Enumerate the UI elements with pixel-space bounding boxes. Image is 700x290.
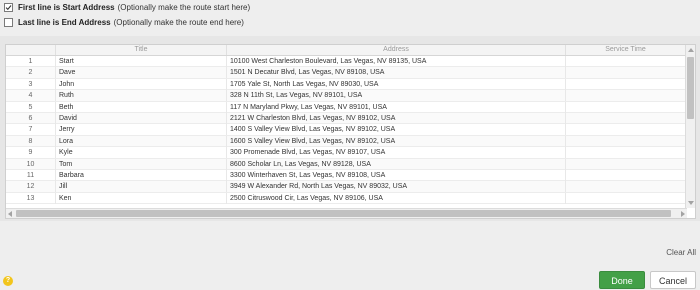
grid-rows: 1 Start 10100 West Charleston Boulevard, L… xyxy=(6,56,686,205)
row-service-time-cell[interactable] xyxy=(566,78,686,90)
row-title-cell[interactable]: Ruth xyxy=(56,90,227,102)
row-title-cell[interactable]: Ken xyxy=(56,192,227,204)
row-service-time-cell[interactable] xyxy=(566,101,686,113)
row-number: 7 xyxy=(6,124,56,136)
table-row[interactable]: 13 Ken 2500 Citruswood Cir, Las Vegas, NV … xyxy=(6,192,686,205)
row-number: 9 xyxy=(6,147,56,159)
row-address-cell[interactable]: 300 Promenade Blvd, Las Vegas, NV 89107,… xyxy=(227,147,566,159)
row-service-time-cell[interactable] xyxy=(566,169,686,181)
row-address-cell[interactable]: 1400 S Valley View Blvd, Las Vegas, NV 8… xyxy=(227,124,566,136)
clear-all-link[interactable]: Clear All xyxy=(666,248,696,257)
scroll-left-arrow-icon[interactable] xyxy=(8,211,12,217)
table-row[interactable]: 11 Barbara 3300 Winterhaven St, Las Vegas,… xyxy=(6,169,686,182)
row-service-time-cell[interactable] xyxy=(566,192,686,204)
row-title-cell[interactable]: Beth xyxy=(56,101,227,113)
row-number: 3 xyxy=(6,78,56,90)
row-address-cell[interactable]: 2121 W Charleston Blvd, Las Vegas, NV 89… xyxy=(227,112,566,124)
row-address-cell[interactable]: 1705 Yale St, North Las Vegas, NV 89030,… xyxy=(227,78,566,90)
row-title-cell[interactable]: Start xyxy=(56,56,227,67)
row-number: 2 xyxy=(6,67,56,79)
table-row[interactable]: 9 Kyle 300 Promenade Blvd, Las Vegas, NV 8… xyxy=(6,147,686,159)
cancel-button[interactable]: Cancel xyxy=(650,271,696,289)
column-header-number xyxy=(6,45,56,55)
row-title-cell[interactable]: Tom xyxy=(56,158,227,170)
row-title-cell[interactable]: Dave xyxy=(56,67,227,79)
row-title-cell[interactable]: Barbara xyxy=(56,169,227,181)
address-grid: Title Address Service Time 1 Start 10100 W… xyxy=(5,44,696,219)
horizontal-scroll-thumb[interactable] xyxy=(16,210,671,217)
row-title-cell[interactable]: Jill xyxy=(56,181,227,193)
end-address-checkbox[interactable] xyxy=(4,17,13,27)
start-address-option: First line is Start Address (Optionally … xyxy=(4,0,250,14)
row-number: 8 xyxy=(6,135,56,147)
column-header-title[interactable]: Title xyxy=(56,45,227,55)
end-address-note: (Optionally make the route end here) xyxy=(113,17,244,27)
row-number: 10 xyxy=(6,158,56,170)
row-title-cell[interactable]: Lora xyxy=(56,135,227,147)
table-row[interactable]: 10 Tom 8600 Scholar Ln, Las Vegas, NV 8912… xyxy=(6,158,686,170)
row-service-time-cell[interactable] xyxy=(566,181,686,193)
row-address-cell[interactable]: 328 N 11th St, Las Vegas, NV 89101, USA xyxy=(227,90,566,102)
table-row[interactable]: 4 Ruth 328 N 11th St, Las Vegas, NV 89101,… xyxy=(6,90,686,102)
row-number: 11 xyxy=(6,169,56,181)
row-number: 4 xyxy=(6,90,56,102)
table-row[interactable]: 7 Jerry 1400 S Valley View Blvd, Las Vegas… xyxy=(6,124,686,136)
table-row[interactable]: 1 Start 10100 West Charleston Boulevard, L… xyxy=(6,56,686,68)
column-header-service-time[interactable]: Service Time xyxy=(566,45,686,55)
row-address-cell[interactable]: 1600 S Valley View Blvd, Las Vegas, NV 8… xyxy=(227,135,566,147)
checkmark-icon xyxy=(5,4,12,10)
help-icon[interactable]: ? xyxy=(3,276,13,286)
row-number: 5 xyxy=(6,101,56,113)
table-row[interactable]: 2 Dave 1501 N Decatur Blvd, Las Vegas, NV … xyxy=(6,67,686,79)
row-address-cell[interactable]: 3949 W Alexander Rd, North Las Vegas, NV… xyxy=(227,181,566,193)
scroll-up-arrow-icon[interactable] xyxy=(688,48,694,52)
grid-area: Title Address Service Time 1 Start 10100 W… xyxy=(0,36,700,221)
row-number: 1 xyxy=(6,56,56,67)
done-button[interactable]: Done xyxy=(599,271,645,289)
start-address-label: First line is Start Address xyxy=(18,2,115,12)
row-title-cell[interactable]: Kyle xyxy=(56,147,227,159)
row-address-cell[interactable]: 10100 West Charleston Boulevard, Las Veg… xyxy=(227,56,566,67)
row-address-cell[interactable]: 3300 Winterhaven St, Las Vegas, NV 89108… xyxy=(227,169,566,181)
row-service-time-cell[interactable] xyxy=(566,90,686,102)
row-title-cell[interactable]: David xyxy=(56,112,227,124)
row-service-time-cell[interactable] xyxy=(566,124,686,136)
table-row[interactable]: 8 Lora 1600 S Valley View Blvd, Las Vegas,… xyxy=(6,135,686,148)
end-address-label: Last line is End Address xyxy=(18,17,111,27)
row-service-time-cell[interactable] xyxy=(566,135,686,147)
horizontal-scrollbar[interactable] xyxy=(6,208,687,218)
vertical-scrollbar[interactable] xyxy=(685,45,695,208)
end-address-option: Last line is End Address (Optionally mak… xyxy=(4,15,244,29)
row-number: 12 xyxy=(6,181,56,193)
scroll-down-arrow-icon[interactable] xyxy=(688,201,694,205)
start-address-note: (Optionally make the route start here) xyxy=(117,2,251,12)
row-service-time-cell[interactable] xyxy=(566,56,686,67)
vertical-scroll-thumb[interactable] xyxy=(687,57,694,119)
scroll-right-arrow-icon[interactable] xyxy=(681,211,685,217)
row-service-time-cell[interactable] xyxy=(566,67,686,79)
table-row[interactable]: 12 Jill 3949 W Alexander Rd, North Las Veg… xyxy=(6,181,686,193)
row-address-cell[interactable]: 117 N Maryland Pkwy, Las Vegas, NV 89101… xyxy=(227,101,566,113)
row-address-cell[interactable]: 2500 Citruswood Cir, Las Vegas, NV 89106… xyxy=(227,192,566,204)
row-address-cell[interactable]: 1501 N Decatur Blvd, Las Vegas, NV 89108… xyxy=(227,67,566,79)
row-number: 13 xyxy=(6,192,56,204)
row-title-cell[interactable]: John xyxy=(56,78,227,90)
column-header-address[interactable]: Address xyxy=(227,45,566,55)
start-address-checkbox[interactable] xyxy=(4,2,13,12)
table-row[interactable]: 3 John 1705 Yale St, North Las Vegas, NV 8… xyxy=(6,78,686,91)
table-row[interactable]: 5 Beth 117 N Maryland Pkwy, Las Vegas, NV … xyxy=(6,101,686,113)
table-row[interactable]: 6 David 2121 W Charleston Blvd, Las Vegas,… xyxy=(6,112,686,125)
row-address-cell[interactable]: 8600 Scholar Ln, Las Vegas, NV 89128, US… xyxy=(227,158,566,170)
row-service-time-cell[interactable] xyxy=(566,158,686,170)
row-service-time-cell[interactable] xyxy=(566,112,686,124)
row-title-cell[interactable]: Jerry xyxy=(56,124,227,136)
grid-header: Title Address Service Time xyxy=(6,45,686,56)
row-service-time-cell[interactable] xyxy=(566,147,686,159)
row-number: 6 xyxy=(6,112,56,124)
